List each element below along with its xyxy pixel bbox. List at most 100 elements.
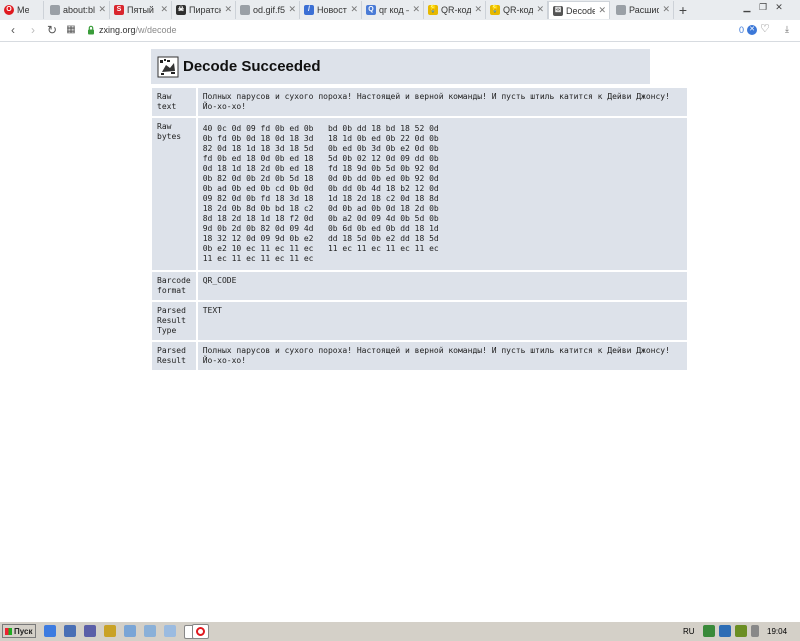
decode-result-table: Raw text Полных парусов и сухого пороха!…: [150, 86, 689, 372]
tab-rasshifr[interactable]: Расшиф ✕: [612, 1, 674, 19]
zxing-icon: ⚄: [553, 5, 563, 16]
app-icon[interactable]: [124, 625, 136, 637]
table-row-barcode-format: Barcode format QR_CODE: [152, 272, 687, 300]
ie-icon[interactable]: [44, 625, 56, 637]
start-button[interactable]: Пуск: [2, 624, 36, 638]
url-host: zxing.org: [99, 25, 136, 35]
tab-menu[interactable]: O Меню: [0, 1, 44, 19]
tab-label: Расшиф: [629, 5, 659, 15]
tab-pyatyi[interactable]: S Пятый к ✕: [110, 1, 172, 19]
close-icon[interactable]: ✕: [350, 4, 358, 15]
label-line: bytes: [157, 132, 182, 141]
row-label: Raw text: [152, 88, 196, 116]
row-label: Parsed Result: [152, 342, 196, 370]
window-icon[interactable]: [144, 625, 156, 637]
table-row-parsed-result-type: Parsed Result Type TEXT: [152, 302, 687, 340]
page-icon: [616, 5, 626, 15]
url-field[interactable]: zxing.org/w/decode: [86, 22, 776, 38]
tab-label: QR-коды: [503, 5, 533, 15]
raw-text-value: Полных парусов и сухого пороха! Настояще…: [197, 88, 687, 116]
tab-news[interactable]: / Новости ✕: [300, 1, 362, 19]
label-line: Barcode: [157, 276, 191, 285]
tab-label: Пятый к: [127, 5, 157, 15]
bulb-icon: 💡: [428, 5, 438, 15]
close-icon[interactable]: ✕: [598, 5, 606, 16]
tab-gif[interactable]: od.gif.f5 ✕: [236, 1, 300, 19]
close-icon[interactable]: ✕: [536, 4, 544, 15]
speed-dial-icon[interactable]: ▦: [64, 23, 78, 37]
tool-icon[interactable]: [104, 625, 116, 637]
tab-label: Пиратск: [189, 5, 221, 15]
tab-qr-codes-1[interactable]: 💡 QR-коды ✕: [424, 1, 486, 19]
vpn-icon[interactable]: ✕: [747, 25, 757, 35]
tab-strip: O Меню about:bla ✕ S Пятый к ✕ ☠ Пиратск…: [0, 0, 800, 21]
label-line: Type: [157, 326, 177, 335]
tab-decode-succeeded[interactable]: ⚄ Decode S ✕: [548, 1, 610, 19]
taskbar: Пуск RU 19:04: [0, 621, 800, 641]
language-indicator[interactable]: RU: [683, 626, 695, 637]
save-icon[interactable]: [84, 625, 96, 637]
lock-icon: [88, 25, 94, 35]
back-icon[interactable]: ‹: [6, 23, 20, 37]
page-title: Decode Succeeded: [183, 58, 321, 75]
parsed-result-type-value: TEXT: [197, 302, 687, 340]
tray-app-icon[interactable]: [735, 625, 747, 637]
label-line: Parsed: [157, 306, 186, 315]
heart-icon[interactable]: ♡: [760, 23, 770, 35]
label-line: Raw: [157, 92, 172, 101]
page-icon: [240, 5, 250, 15]
tab-label: Новости: [317, 5, 347, 15]
zxing-logo-icon: [157, 56, 179, 77]
page-header: Decode Succeeded: [151, 49, 650, 84]
raw-bytes-value: 40 0c 0d 09 fd 0b ed 0b bd 0b dd 18 bd 1…: [197, 118, 687, 270]
close-icon[interactable]: ✕: [474, 4, 482, 15]
new-tab-button[interactable]: +: [676, 1, 690, 19]
maximize-icon[interactable]: ❐: [756, 1, 770, 13]
tray-volume-icon[interactable]: [751, 625, 759, 637]
label-line: Parsed: [157, 346, 186, 355]
tab-about-blank[interactable]: about:bla ✕: [46, 1, 110, 19]
close-icon[interactable]: ✕: [288, 4, 296, 15]
label-line: Raw: [157, 122, 172, 131]
label-line: Result: [157, 356, 186, 365]
tab-qr-codes-2[interactable]: 💡 QR-коды ✕: [486, 1, 548, 19]
reload-icon[interactable]: ↻: [45, 23, 59, 37]
close-icon[interactable]: ✕: [160, 4, 168, 15]
window-close-icon[interactable]: ✕: [772, 1, 786, 13]
tab-label: qr код —: [379, 5, 409, 15]
bulb-icon: 💡: [490, 5, 500, 15]
forward-icon[interactable]: ›: [26, 23, 40, 37]
parsed-result-value: Полных парусов и сухого пороха! Настояще…: [197, 342, 687, 370]
minimize-icon[interactable]: ▁: [740, 1, 754, 13]
adblock-count[interactable]: 0: [739, 24, 744, 36]
page-content: Decode Succeeded Raw text Полных парусов…: [0, 42, 800, 620]
opera-taskbar-icon[interactable]: [192, 624, 209, 639]
window-icon[interactable]: [164, 625, 176, 637]
tab-piratsk[interactable]: ☠ Пиратск ✕: [172, 1, 236, 19]
table-row-parsed-result: Parsed Result Полных парусов и сухого по…: [152, 342, 687, 370]
close-icon[interactable]: ✕: [98, 4, 106, 15]
tab-qr-search[interactable]: Q qr код — ✕: [362, 1, 424, 19]
tab-label: Меню: [17, 5, 29, 15]
url-path: /w/decode: [135, 25, 177, 35]
tray-shield-icon[interactable]: [703, 625, 715, 637]
close-icon[interactable]: ✕: [224, 4, 232, 15]
table-row-raw-text: Raw text Полных парусов и сухого пороха!…: [152, 88, 687, 116]
skull-icon: ☠: [176, 5, 186, 15]
tab-label: about:bla: [63, 5, 95, 15]
download-icon[interactable]: ⤓: [785, 23, 789, 35]
table-row-raw-bytes: Raw bytes 40 0c 0d 09 fd 0b ed 0b bd 0b …: [152, 118, 687, 270]
desktop-icon[interactable]: [64, 625, 76, 637]
close-icon[interactable]: ✕: [412, 4, 420, 15]
tab-label: QR-коды: [441, 5, 471, 15]
page-icon: [50, 5, 60, 15]
start-label: Пуск: [14, 626, 33, 636]
close-icon[interactable]: ✕: [662, 4, 670, 15]
tab-label: od.gif.f5: [253, 5, 285, 15]
label-line: Result: [157, 316, 186, 325]
s-site-icon: S: [114, 5, 124, 15]
tray-network-icon[interactable]: [719, 625, 731, 637]
raw-bytes-dump: 40 0c 0d 09 fd 0b ed 0b bd 0b dd 18 bd 1…: [202, 124, 439, 263]
search-icon: Q: [366, 5, 376, 15]
row-label: Barcode format: [152, 272, 196, 300]
